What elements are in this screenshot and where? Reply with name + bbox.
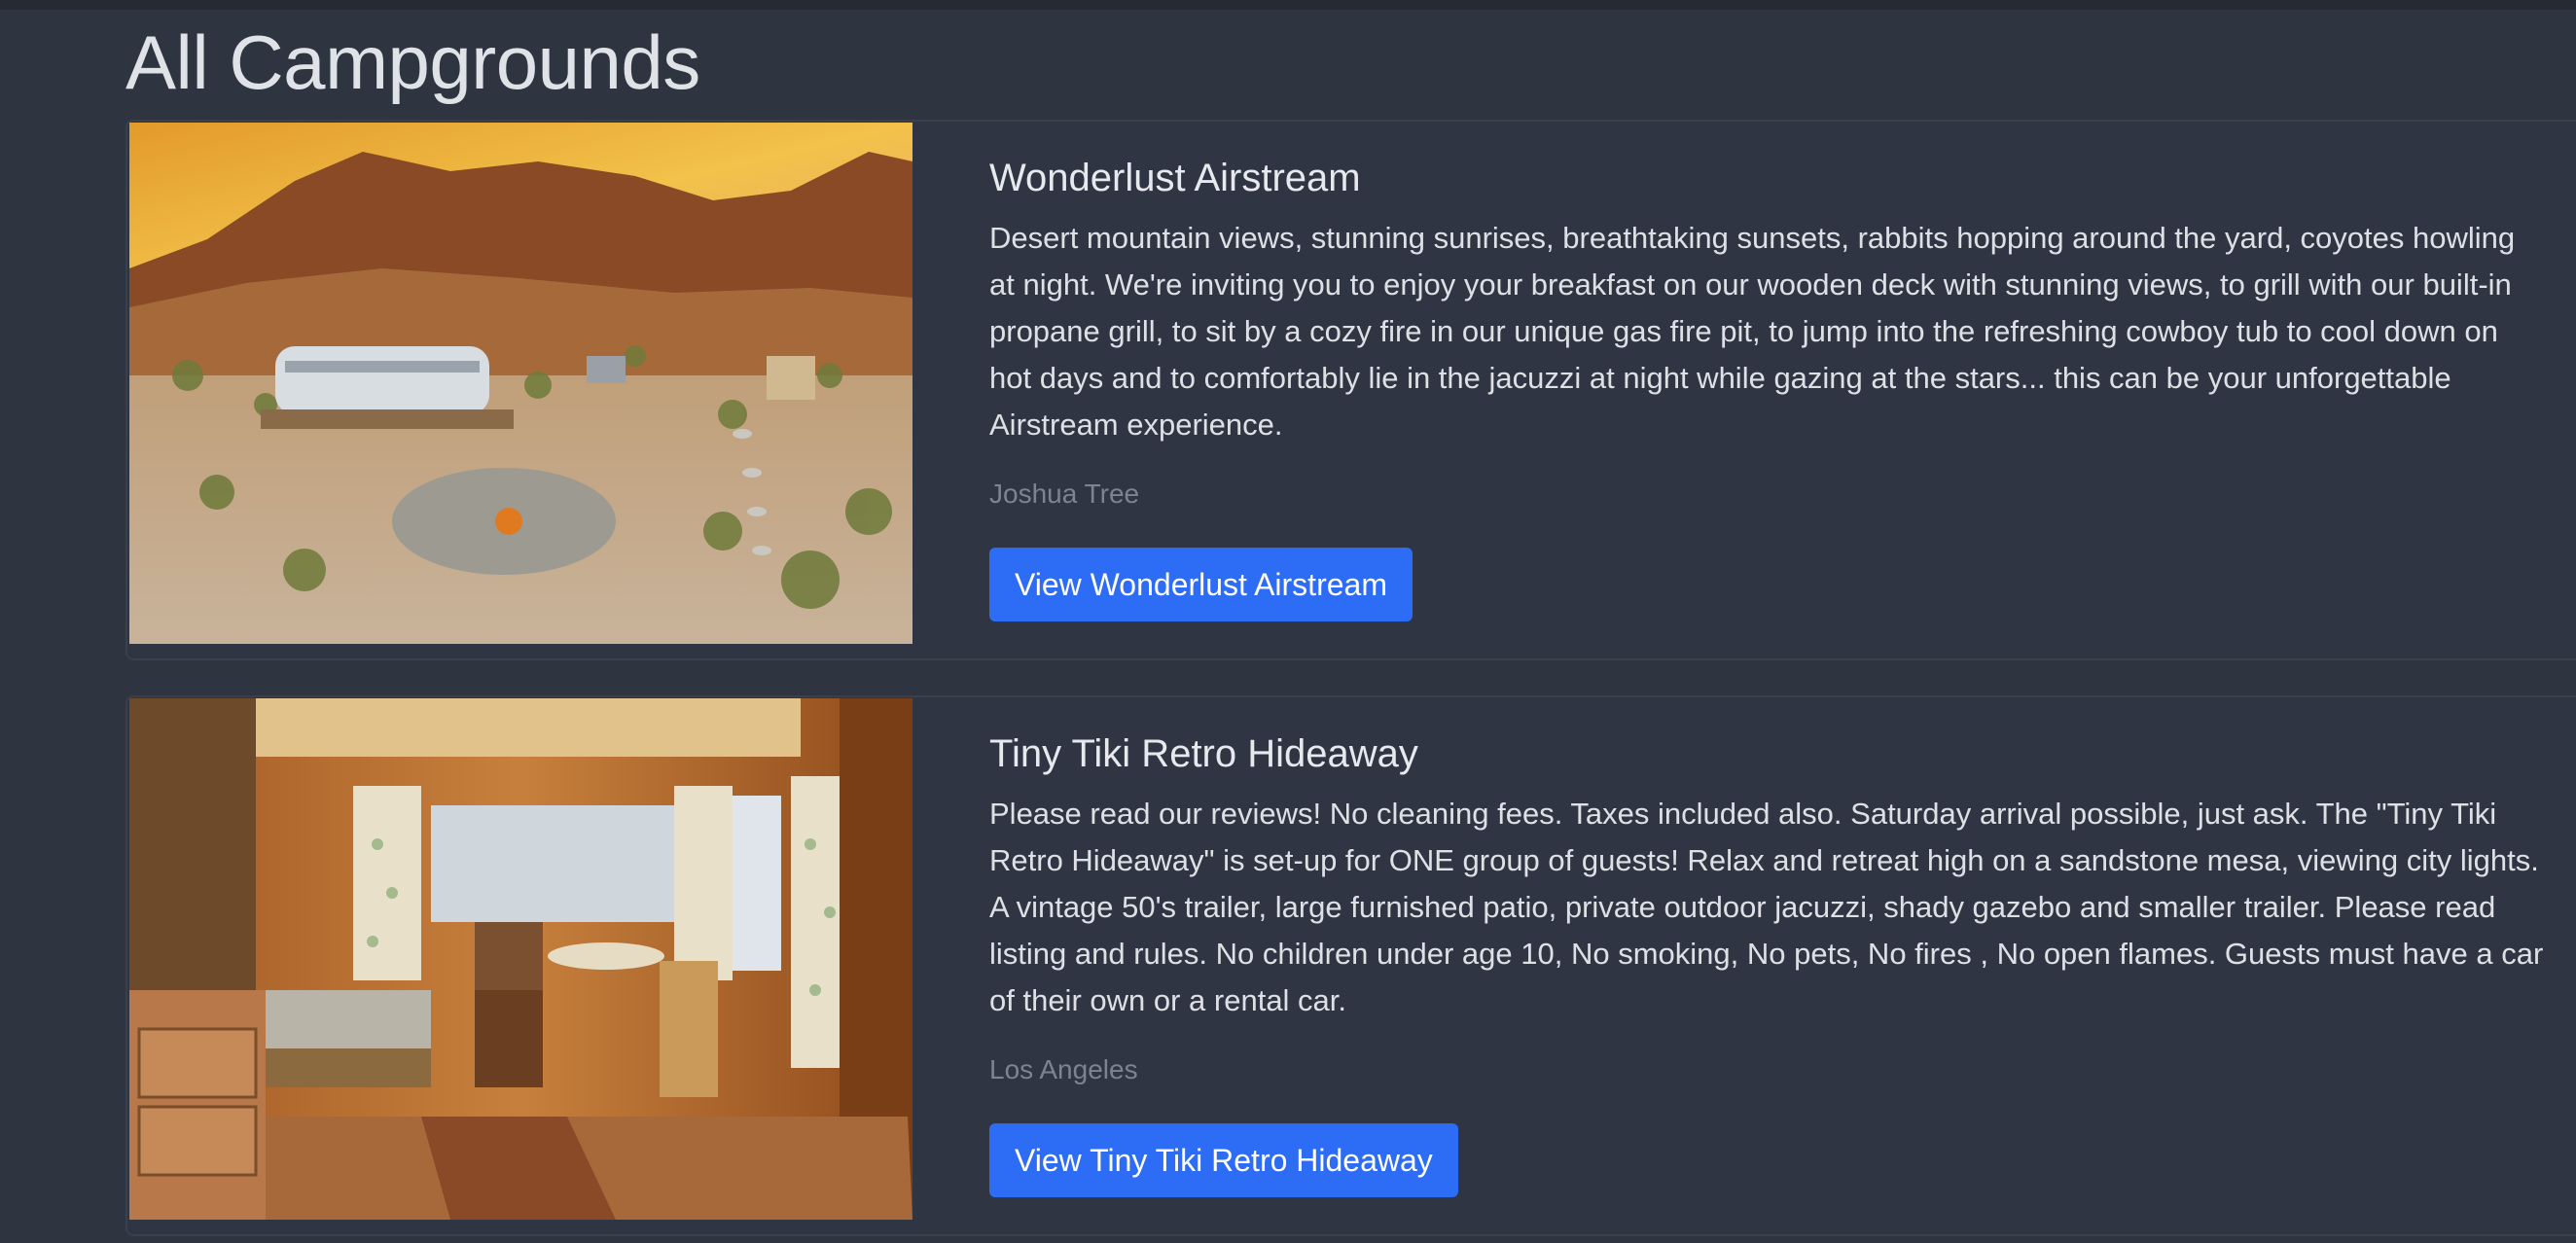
campground-title: Tiny Tiki Retro Hideaway	[989, 732, 1418, 775]
view-campground-button[interactable]: View Wonderlust Airstream	[989, 548, 1413, 622]
top-navbar-edge	[0, 0, 2576, 10]
campground-image-retro-trailer-interior	[129, 698, 912, 1220]
campground-location: Los Angeles	[989, 1054, 1138, 1084]
campground-description: Desert mountain views, stunning sunrises…	[989, 221, 2516, 442]
campground-image-desert-airstream	[129, 123, 912, 644]
campground-description: Please read our reviews! No cleaning fee…	[989, 797, 2544, 1017]
campground-card-body: Wonderlust Airstream Desert mountain vie…	[989, 155, 2546, 511]
campground-card: Tiny Tiki Retro Hideaway Please read our…	[125, 695, 2576, 1236]
view-campground-button[interactable]: View Tiny Tiki Retro Hideaway	[989, 1123, 1458, 1197]
campground-card: Wonderlust Airstream Desert mountain vie…	[125, 120, 2576, 660]
page-title: All Campgrounds	[125, 19, 700, 105]
campground-location: Joshua Tree	[989, 479, 1140, 509]
campground-card-body: Tiny Tiki Retro Hideaway Please read our…	[989, 730, 2546, 1086]
campground-title: Wonderlust Airstream	[989, 157, 1361, 199]
